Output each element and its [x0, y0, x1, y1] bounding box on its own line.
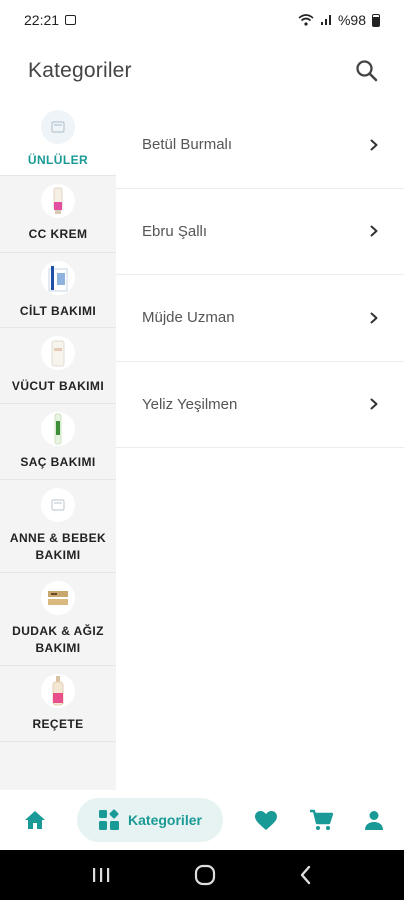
- image-placeholder-icon: [51, 499, 65, 511]
- sidebar-item-cilt-bakimi[interactable]: CİLT BAKIMI: [0, 253, 116, 328]
- wifi-icon: [298, 14, 314, 26]
- sidebar-item-cc-krem[interactable]: CC KREM: [0, 176, 116, 253]
- hair-care-product-image: [54, 413, 62, 445]
- body-care-product-image: [51, 340, 65, 367]
- app-bar: Kategoriler: [0, 40, 404, 102]
- bottom-navigation: Kategoriler: [0, 790, 404, 850]
- list-item-label: Yeliz Yeşilmen: [142, 395, 238, 413]
- recent-apps-icon[interactable]: [91, 866, 111, 884]
- system-navigation-bar: [0, 850, 404, 900]
- chevron-right-icon: [370, 398, 378, 410]
- list-item[interactable]: Müjde Uzman: [116, 275, 404, 362]
- category-thumbnail: [41, 184, 75, 218]
- nav-favorites-button[interactable]: [254, 810, 278, 831]
- category-thumbnail: [41, 488, 75, 522]
- image-placeholder-icon: [51, 121, 65, 133]
- lip-care-product-image: [48, 591, 68, 605]
- page-title: Kategoriler: [28, 59, 132, 82]
- sidebar-item-label: REÇETE: [32, 717, 84, 731]
- sidebar-item-label: CC KREM: [28, 227, 88, 241]
- sidebar-item-label: SAÇ BAKIMI: [20, 455, 96, 469]
- sidebar-item-recete[interactable]: REÇETE: [0, 666, 116, 742]
- chevron-right-icon: [370, 225, 378, 237]
- status-bar: 22:21 %98: [0, 0, 404, 40]
- status-time: 22:21: [24, 12, 60, 28]
- category-sidebar: ÜNLÜLER CC KREM CİLT BAKIMI VÜCUT BAKIMI…: [0, 102, 116, 790]
- nav-account-button[interactable]: [364, 810, 384, 830]
- chevron-right-icon: [370, 139, 378, 151]
- list-item-label: Müjde Uzman: [142, 309, 235, 327]
- nav-categories-button[interactable]: Kategoriler: [77, 798, 223, 842]
- chevron-right-icon: [370, 312, 378, 324]
- nav-cart-button[interactable]: [309, 809, 333, 831]
- category-thumbnail: [41, 110, 75, 144]
- status-left: 22:21: [24, 12, 77, 28]
- category-thumbnail: [41, 412, 75, 446]
- status-right: %98: [298, 12, 380, 28]
- battery-icon: [372, 13, 380, 27]
- cc-cream-product-image: [53, 187, 63, 214]
- skincare-product-image: [48, 266, 68, 292]
- list-item[interactable]: Yeliz Yeşilmen: [116, 362, 404, 448]
- back-icon[interactable]: [299, 865, 313, 885]
- battery-percent: %98: [337, 12, 366, 28]
- list-item-label: Betül Burmalı: [142, 136, 233, 154]
- sidebar-item-label: CİLT BAKIMI: [19, 304, 97, 318]
- category-thumbnail: [41, 336, 75, 370]
- home-button-icon[interactable]: [194, 864, 216, 886]
- home-icon: [25, 811, 45, 829]
- sidebar-item-unluler[interactable]: ÜNLÜLER: [0, 102, 116, 176]
- sidebar-item-label: ÜNLÜLER: [27, 153, 89, 167]
- nav-categories-label: Kategoriler: [128, 812, 202, 828]
- search-icon[interactable]: [354, 58, 380, 84]
- heart-icon: [255, 810, 277, 830]
- prescription-product-image: [52, 676, 64, 706]
- list-item-label: Ebru Şallı: [142, 222, 208, 240]
- gallery-notification-icon: [65, 15, 77, 25]
- sidebar-item-dudak-agiz-bakimi[interactable]: DUDAK & AĞIZ BAKIMI: [0, 573, 116, 666]
- user-icon: [365, 811, 383, 830]
- sidebar-item-vucut-bakimi[interactable]: VÜCUT BAKIMI: [0, 328, 116, 404]
- list-item[interactable]: Betül Burmalı: [116, 102, 404, 189]
- category-thumbnail: [41, 261, 75, 295]
- subcategory-list: Betül Burmalı Ebru Şallı Müjde Uzman Yel…: [116, 102, 404, 448]
- sidebar-item-anne-bebek-bakimi[interactable]: ANNE & BEBEK BAKIMI: [0, 480, 116, 573]
- sidebar-item-label: ANNE & BEBEK BAKIMI: [9, 531, 107, 562]
- category-thumbnail: [41, 674, 75, 708]
- cart-icon: [310, 809, 333, 830]
- category-thumbnail: [41, 581, 75, 615]
- sidebar-item-label: DUDAK & AĞIZ BAKIMI: [12, 624, 104, 655]
- nav-home-button[interactable]: [24, 810, 46, 830]
- sidebar-item-label: VÜCUT BAKIMI: [11, 379, 105, 393]
- list-item[interactable]: Ebru Şallı: [116, 189, 404, 275]
- signal-icon: [320, 15, 331, 25]
- sidebar-item-sac-bakimi[interactable]: SAÇ BAKIMI: [0, 404, 116, 480]
- categories-icon: [99, 809, 120, 830]
